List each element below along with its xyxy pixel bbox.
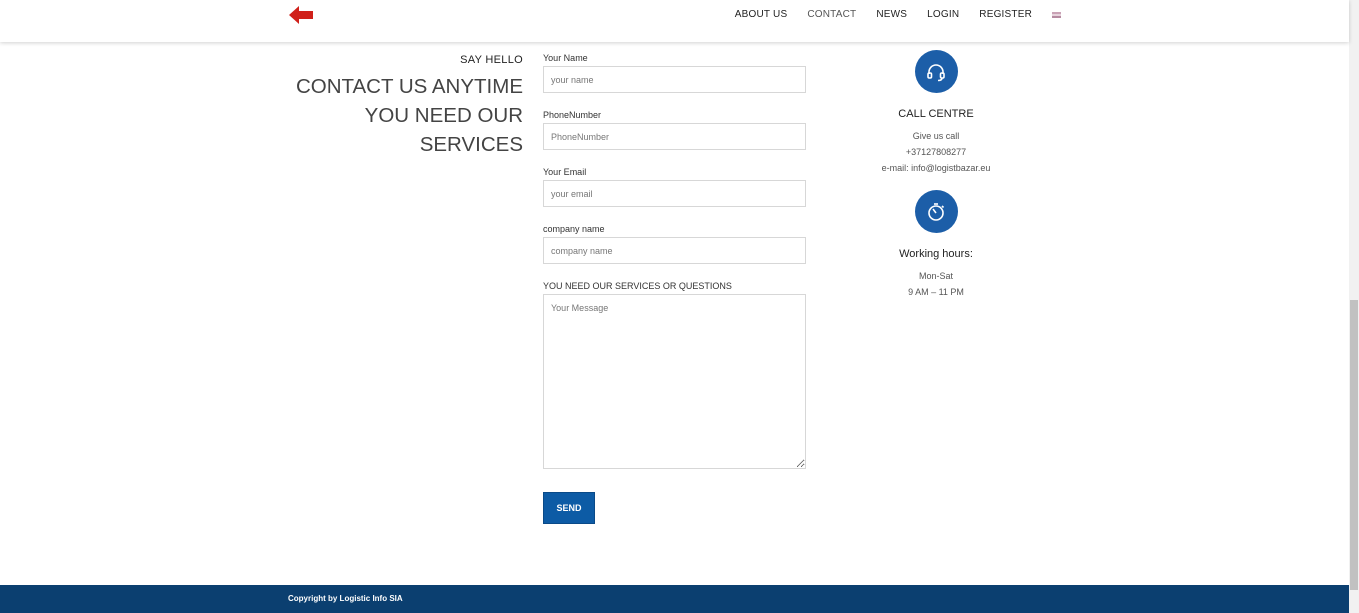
contact-info: CALL CENTRE Give us call +37127808277 e-… xyxy=(866,50,1006,300)
nav-contact[interactable]: CONTACT xyxy=(807,9,856,21)
send-button[interactable]: SEND xyxy=(543,492,595,524)
phone-number[interactable]: +37127808277 xyxy=(866,144,1006,160)
nav-login[interactable]: LOGIN xyxy=(927,9,959,21)
email-address[interactable]: e-mail: info@logistbazar.eu xyxy=(866,160,1006,176)
working-hours-title: Working hours: xyxy=(899,248,973,260)
phone-label: PhoneNumber xyxy=(543,110,602,120)
phone-input[interactable] xyxy=(543,123,806,150)
company-label: company name xyxy=(543,224,605,234)
working-time: 9 AM – 11 PM xyxy=(908,287,964,297)
call-line: Give us call xyxy=(912,131,960,141)
nav-about-us[interactable]: ABOUT US xyxy=(735,9,788,21)
nav-register[interactable]: REGISTER xyxy=(979,9,1032,21)
name-label: Your Name xyxy=(543,53,588,63)
red-arrow-logo-icon[interactable] xyxy=(289,6,315,24)
working-days: Mon-Sat xyxy=(918,271,953,281)
headline-line: CONTACT US ANYTIME xyxy=(295,75,523,98)
footer: Copyright by Logistic Info SIA xyxy=(0,585,1349,613)
call-centre-title: CALL CENTRE xyxy=(898,108,974,120)
top-navigation-bar: ABOUT US CONTACT NEWS LOGIN REGISTER xyxy=(0,0,1349,42)
say-hello-eyebrow: SAY HELLO xyxy=(460,54,523,66)
copyright-text: Copyright by Logistic Info SIA xyxy=(288,594,403,603)
headset-icon xyxy=(914,50,958,93)
name-input[interactable] xyxy=(543,66,806,93)
main-nav: ABOUT US CONTACT NEWS LOGIN REGISTER xyxy=(715,9,1061,21)
stopwatch-icon xyxy=(914,190,958,233)
company-input[interactable] xyxy=(543,237,806,264)
contact-form: Your Name PhoneNumber Your Email company… xyxy=(543,52,806,524)
message-textarea[interactable] xyxy=(543,294,806,469)
scrollbar-thumb[interactable] xyxy=(1350,300,1358,590)
email-label: Your Email xyxy=(543,167,587,177)
uk-flag-icon[interactable] xyxy=(1052,12,1061,18)
email-input[interactable] xyxy=(543,180,806,207)
scrollbar-track[interactable] xyxy=(1349,0,1359,613)
contact-intro: SAY HELLO CONTACT US ANYTIME YOU NEED OU… xyxy=(296,52,523,159)
headline-line: SERVICES xyxy=(419,133,523,156)
headline-line: YOU NEED OUR xyxy=(364,104,523,127)
nav-news[interactable]: NEWS xyxy=(876,9,907,21)
contact-headline: CONTACT US ANYTIME YOU NEED OUR SERVICES xyxy=(296,72,523,159)
message-label: YOU NEED OUR SERVICES OR QUESTIONS xyxy=(543,281,732,291)
